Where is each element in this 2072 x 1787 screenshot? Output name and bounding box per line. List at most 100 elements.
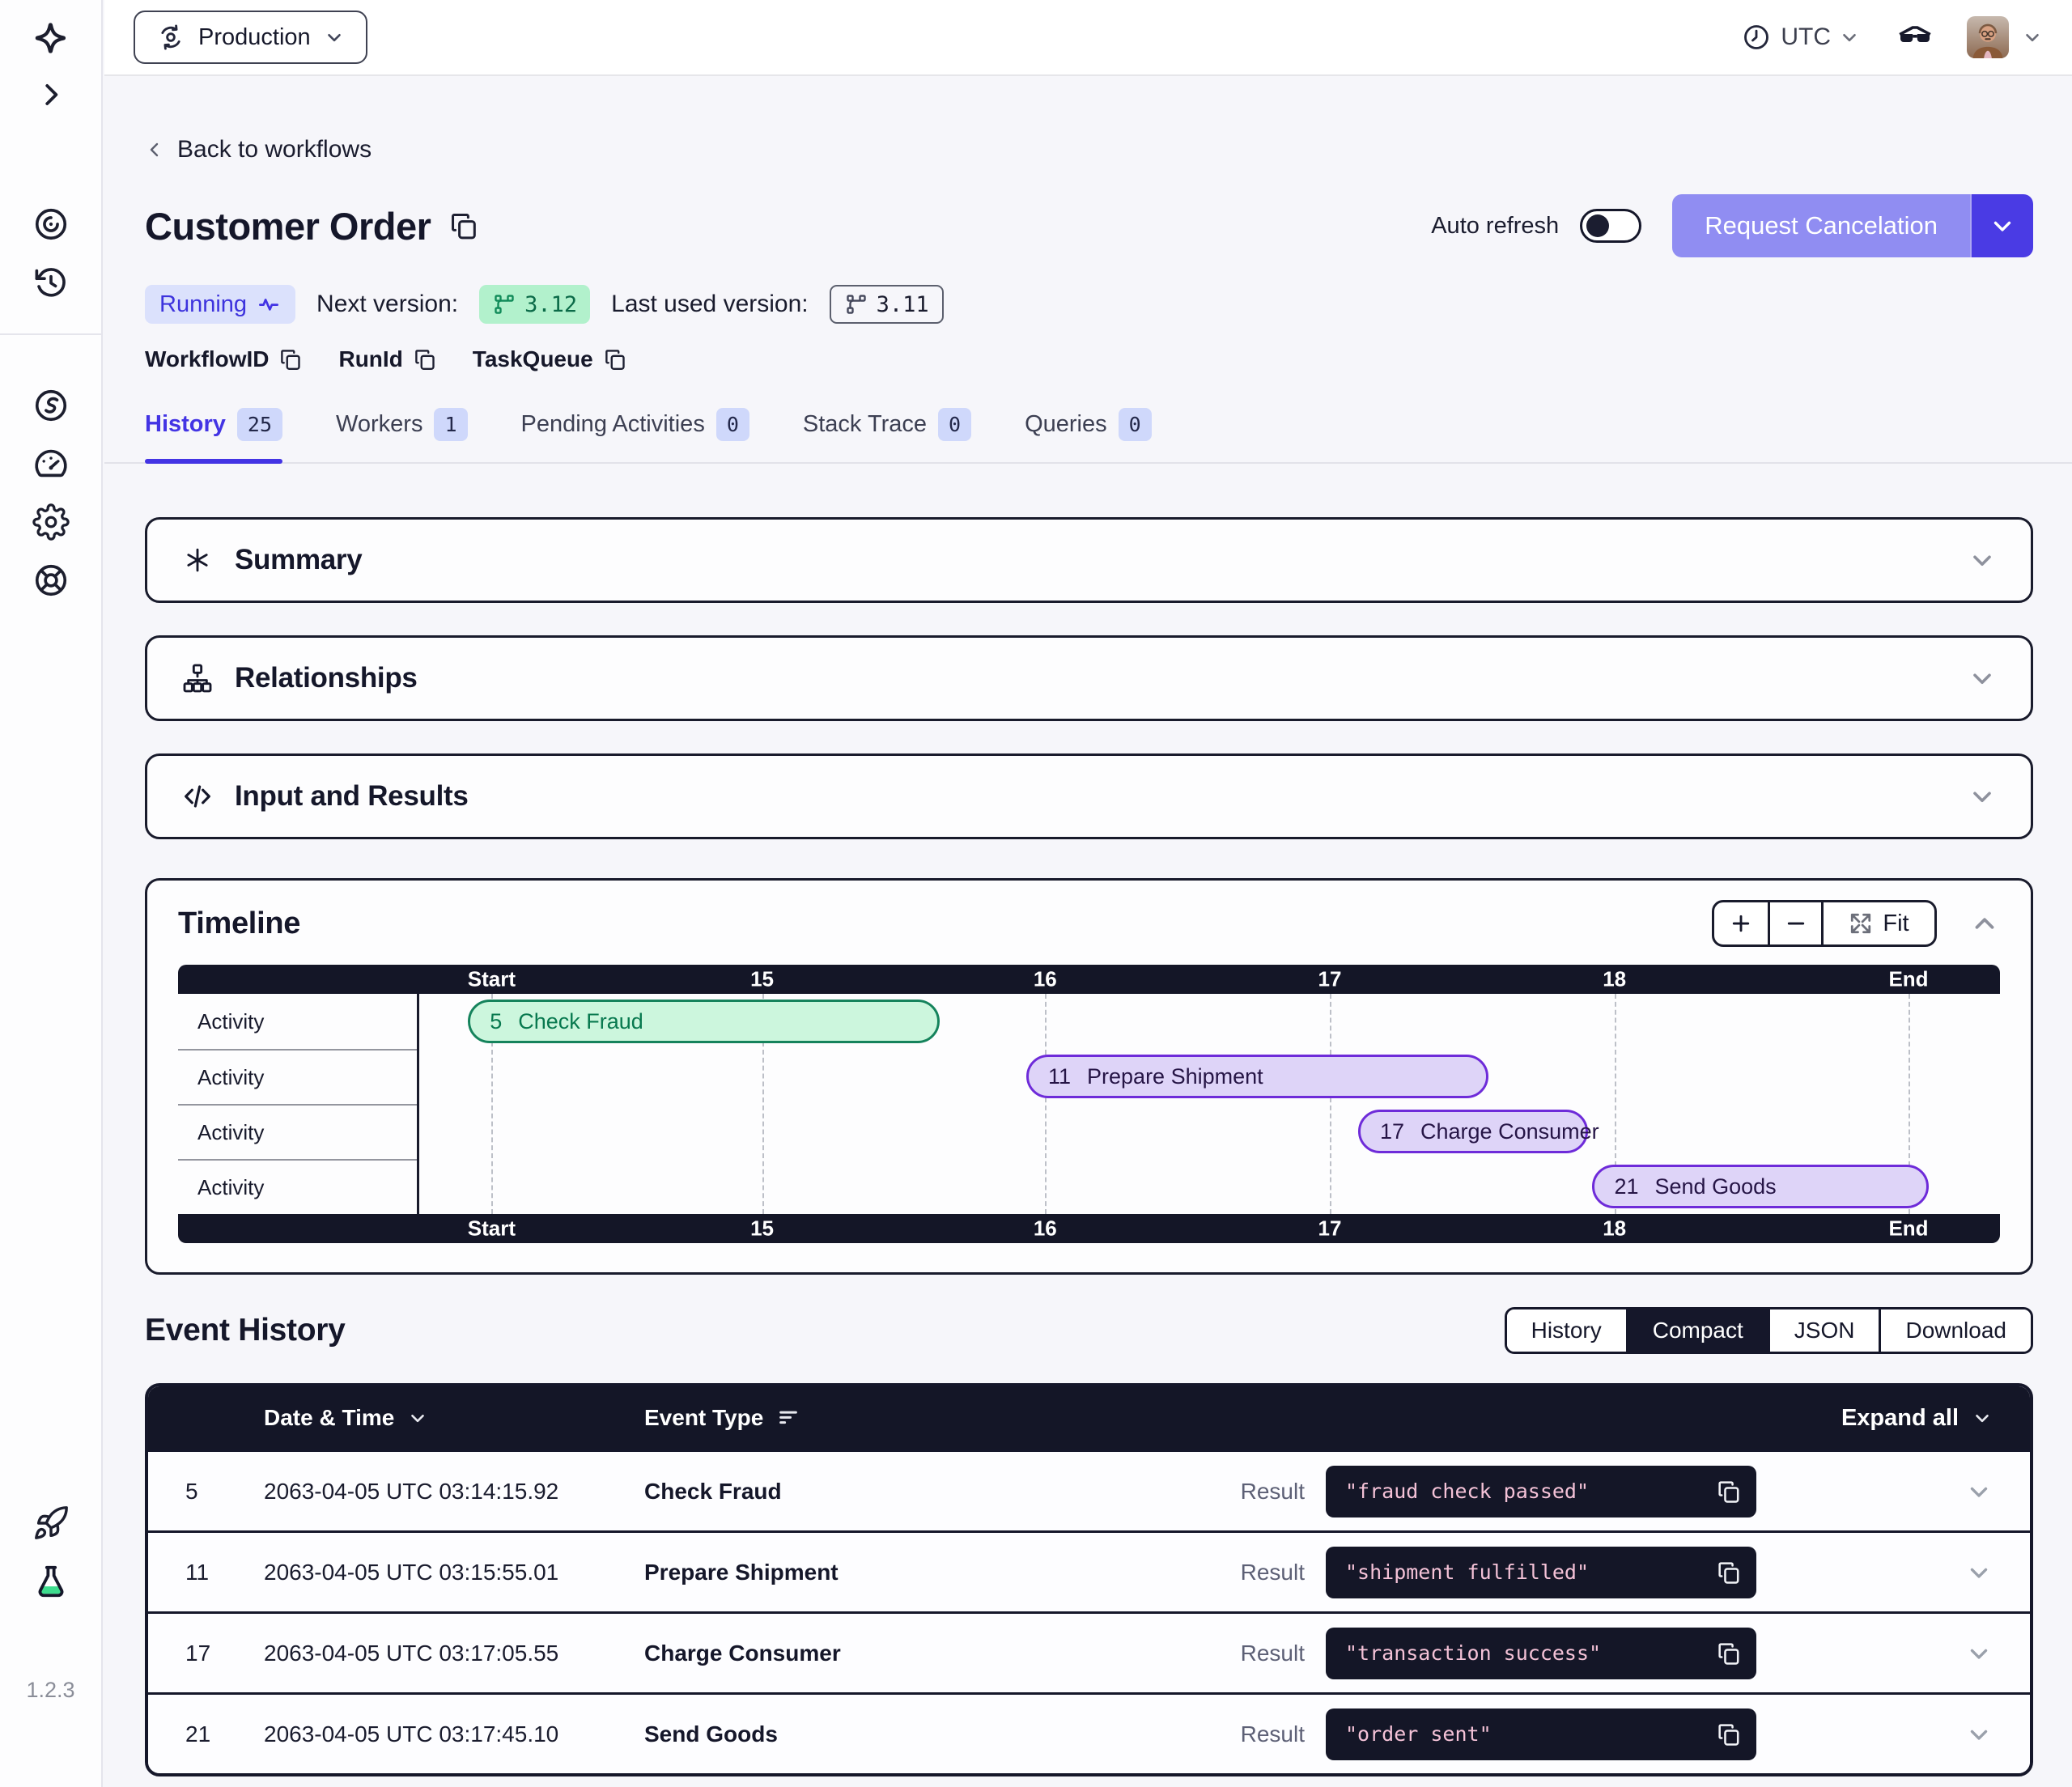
chevron-down-icon[interactable] xyxy=(1965,1478,1993,1505)
app-logo-icon[interactable]: /> xyxy=(32,21,70,60)
tab-queries[interactable]: Queries 0 xyxy=(1025,408,1152,462)
last-used-version-label: Last used version: xyxy=(611,291,808,318)
timeline-bar-send-goods[interactable]: 21 Send Goods xyxy=(1592,1165,1929,1208)
result-label: Result xyxy=(1241,1721,1305,1747)
axis-tick-label: 18 xyxy=(1603,1216,1626,1242)
pulse-icon xyxy=(257,292,281,316)
result-pill: "transaction success" xyxy=(1326,1628,1756,1679)
view-mode-download[interactable]: Download xyxy=(1879,1309,2031,1352)
event-row-21[interactable]: 21 2063-04-05 UTC 03:17:45.10 Send Goods… xyxy=(148,1692,2030,1773)
chevron-left-icon xyxy=(145,140,164,159)
zoom-out-button[interactable] xyxy=(1768,902,1821,944)
expand-sidebar-icon[interactable] xyxy=(36,79,66,110)
copy-icon[interactable] xyxy=(603,347,627,371)
fit-expand-icon xyxy=(1849,911,1873,936)
tab-count-badge: 1 xyxy=(434,408,467,441)
tab-workers[interactable]: Workers 1 xyxy=(336,408,467,462)
axis-tick-label: 17 xyxy=(1318,967,1342,992)
result-pill: "order sent" xyxy=(1326,1708,1756,1760)
request-cancelation-button[interactable]: Request Cancelation xyxy=(1672,194,2033,257)
axis-tick-label: 18 xyxy=(1603,967,1626,992)
settings-gear-icon[interactable] xyxy=(32,503,70,541)
chevron-down-icon[interactable] xyxy=(1965,1559,1993,1586)
timeline-row-label: Activity xyxy=(178,1049,417,1104)
chevron-down-icon xyxy=(1972,1407,1993,1428)
view-mode-json[interactable]: JSON xyxy=(1768,1309,1879,1352)
nexus-icon[interactable] xyxy=(32,387,70,424)
event-table-header: Date & Time Event Type Expand all xyxy=(148,1386,2030,1450)
event-row-11[interactable]: 11 2063-04-05 UTC 03:15:55.01 Prepare Sh… xyxy=(148,1530,2030,1611)
tab-stack-trace[interactable]: Stack Trace 0 xyxy=(803,408,971,462)
usage-gauge-icon[interactable] xyxy=(32,445,70,482)
chevron-down-icon xyxy=(324,27,345,48)
feedback-glasses-icon[interactable] xyxy=(1896,18,1934,57)
timeline-bar-prepare-shipment[interactable]: 11 Prepare Shipment xyxy=(1026,1055,1488,1098)
timeline-bar-check-fraud[interactable]: 5 Check Fraud xyxy=(468,1000,940,1043)
back-link[interactable]: Back to workflows xyxy=(145,136,372,163)
copy-icon[interactable] xyxy=(413,347,437,371)
timeline-axis-bottom: Start15161718End xyxy=(178,1214,2000,1243)
chevron-down-icon[interactable] xyxy=(1839,27,1860,48)
zoom-in-button[interactable] xyxy=(1714,902,1768,944)
timeline-row-label: Activity xyxy=(178,1104,417,1159)
chevron-down-icon[interactable] xyxy=(1965,1721,1993,1748)
timeline-zoom-controls: Fit xyxy=(1712,900,1937,947)
avatar[interactable] xyxy=(1967,16,2009,58)
auto-refresh-label: Auto refresh xyxy=(1431,213,1559,240)
section-input-and-results[interactable]: Input and Results xyxy=(145,753,2033,839)
axis-tick-label: Start xyxy=(468,967,516,992)
expand-all-button[interactable]: Expand all xyxy=(1841,1405,1993,1432)
main-content: Back to workflows Customer Order Auto re… xyxy=(104,78,2072,1787)
axis-tick-label: 16 xyxy=(1034,967,1057,992)
chevron-down-icon[interactable] xyxy=(1968,782,1997,811)
cancelation-menu-button[interactable] xyxy=(1970,194,2033,257)
chevron-down-icon[interactable] xyxy=(1968,545,1997,575)
copy-icon[interactable] xyxy=(1716,1641,1742,1666)
getting-started-rocket-icon[interactable] xyxy=(32,1505,70,1542)
copy-icon[interactable] xyxy=(1716,1479,1742,1505)
chevron-down-icon[interactable] xyxy=(1968,664,1997,693)
result-label: Result xyxy=(1241,1479,1305,1505)
axis-tick-label: 15 xyxy=(750,1216,774,1242)
tab-history[interactable]: History 25 xyxy=(145,408,282,462)
zoom-fit-button[interactable]: Fit xyxy=(1821,902,1934,944)
timeline-panel: Timeline Fit Start 15 16 17 18 End ActivityAc… xyxy=(145,878,2033,1275)
event-row-17[interactable]: 17 2063-04-05 UTC 03:17:05.55 Charge Con… xyxy=(148,1611,2030,1692)
timeline-gridline xyxy=(1045,994,1047,1214)
column-date-time[interactable]: Date & Time xyxy=(264,1405,644,1431)
section-relationships[interactable]: Relationships xyxy=(145,635,2033,721)
copy-icon[interactable] xyxy=(278,347,303,371)
event-view-switcher: HistoryCompactJSONDownload xyxy=(1505,1307,2033,1354)
clock-icon xyxy=(1742,23,1771,52)
view-mode-compact[interactable]: Compact xyxy=(1626,1309,1768,1352)
toggle-knob xyxy=(1586,214,1609,237)
schedules-history-icon[interactable] xyxy=(32,264,70,301)
labs-flask-icon[interactable] xyxy=(32,1563,70,1600)
timezone-label[interactable]: UTC xyxy=(1781,23,1831,51)
namespaces-icon[interactable] xyxy=(32,206,70,243)
git-branch-icon xyxy=(492,292,516,316)
timeline-bar-charge-consumer[interactable]: 17 Charge Consumer xyxy=(1358,1110,1588,1153)
auto-refresh-toggle[interactable] xyxy=(1580,209,1641,243)
tab-pending-activities[interactable]: Pending Activities 0 xyxy=(521,408,749,462)
namespace-selector[interactable]: Production xyxy=(134,11,367,64)
filter-icon xyxy=(776,1406,800,1430)
collapsible-panels: Summary Relationships Input and Results xyxy=(145,517,2033,839)
view-mode-history[interactable]: History xyxy=(1507,1309,1626,1352)
copy-title-icon[interactable] xyxy=(448,210,479,241)
event-row-5[interactable]: 5 2063-04-05 UTC 03:14:15.92 Check Fraud… xyxy=(148,1450,2030,1530)
axis-tick-label: End xyxy=(1888,967,1928,992)
chevron-down-icon[interactable] xyxy=(1965,1640,1993,1667)
axis-tick-label: 17 xyxy=(1318,1216,1342,1242)
chevron-down-icon xyxy=(1989,212,2016,240)
copy-icon[interactable] xyxy=(1716,1721,1742,1747)
result-pill: "fraud check passed" xyxy=(1326,1466,1756,1517)
support-lifebuoy-icon[interactable] xyxy=(32,562,70,599)
copy-icon[interactable] xyxy=(1716,1560,1742,1585)
section-summary[interactable]: Summary xyxy=(145,517,2033,603)
timeline-title: Timeline xyxy=(178,906,300,941)
column-event-type[interactable]: Event Type xyxy=(644,1405,1098,1431)
chevron-up-icon[interactable] xyxy=(1969,908,2000,939)
chevron-down-icon[interactable] xyxy=(2022,27,2043,48)
next-version-label: Next version: xyxy=(316,291,458,318)
